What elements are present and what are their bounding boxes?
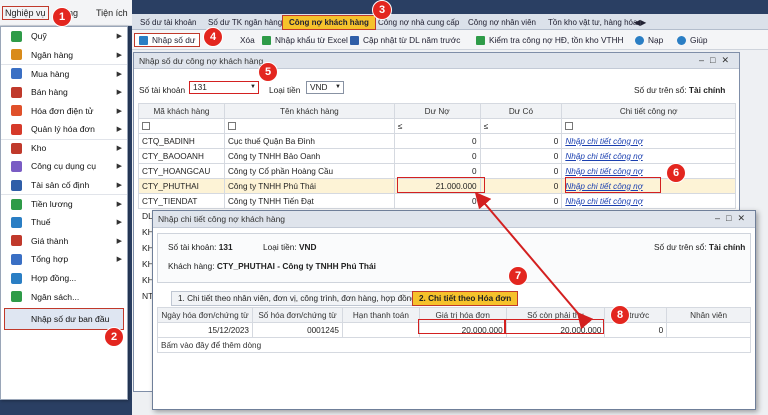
step-5-badge: 5	[258, 62, 278, 82]
step-2-badge: 2	[104, 327, 124, 347]
step-3-badge: 3	[372, 0, 392, 20]
step-4-badge: 4	[203, 27, 223, 47]
step-8-badge: 8	[610, 305, 630, 325]
step-7-badge: 7	[508, 266, 528, 286]
arrow-annotation	[474, 191, 594, 330]
step-1-badge: 1	[52, 7, 72, 27]
step-6-badge: 6	[666, 163, 686, 183]
connector-arrow	[474, 191, 594, 330]
